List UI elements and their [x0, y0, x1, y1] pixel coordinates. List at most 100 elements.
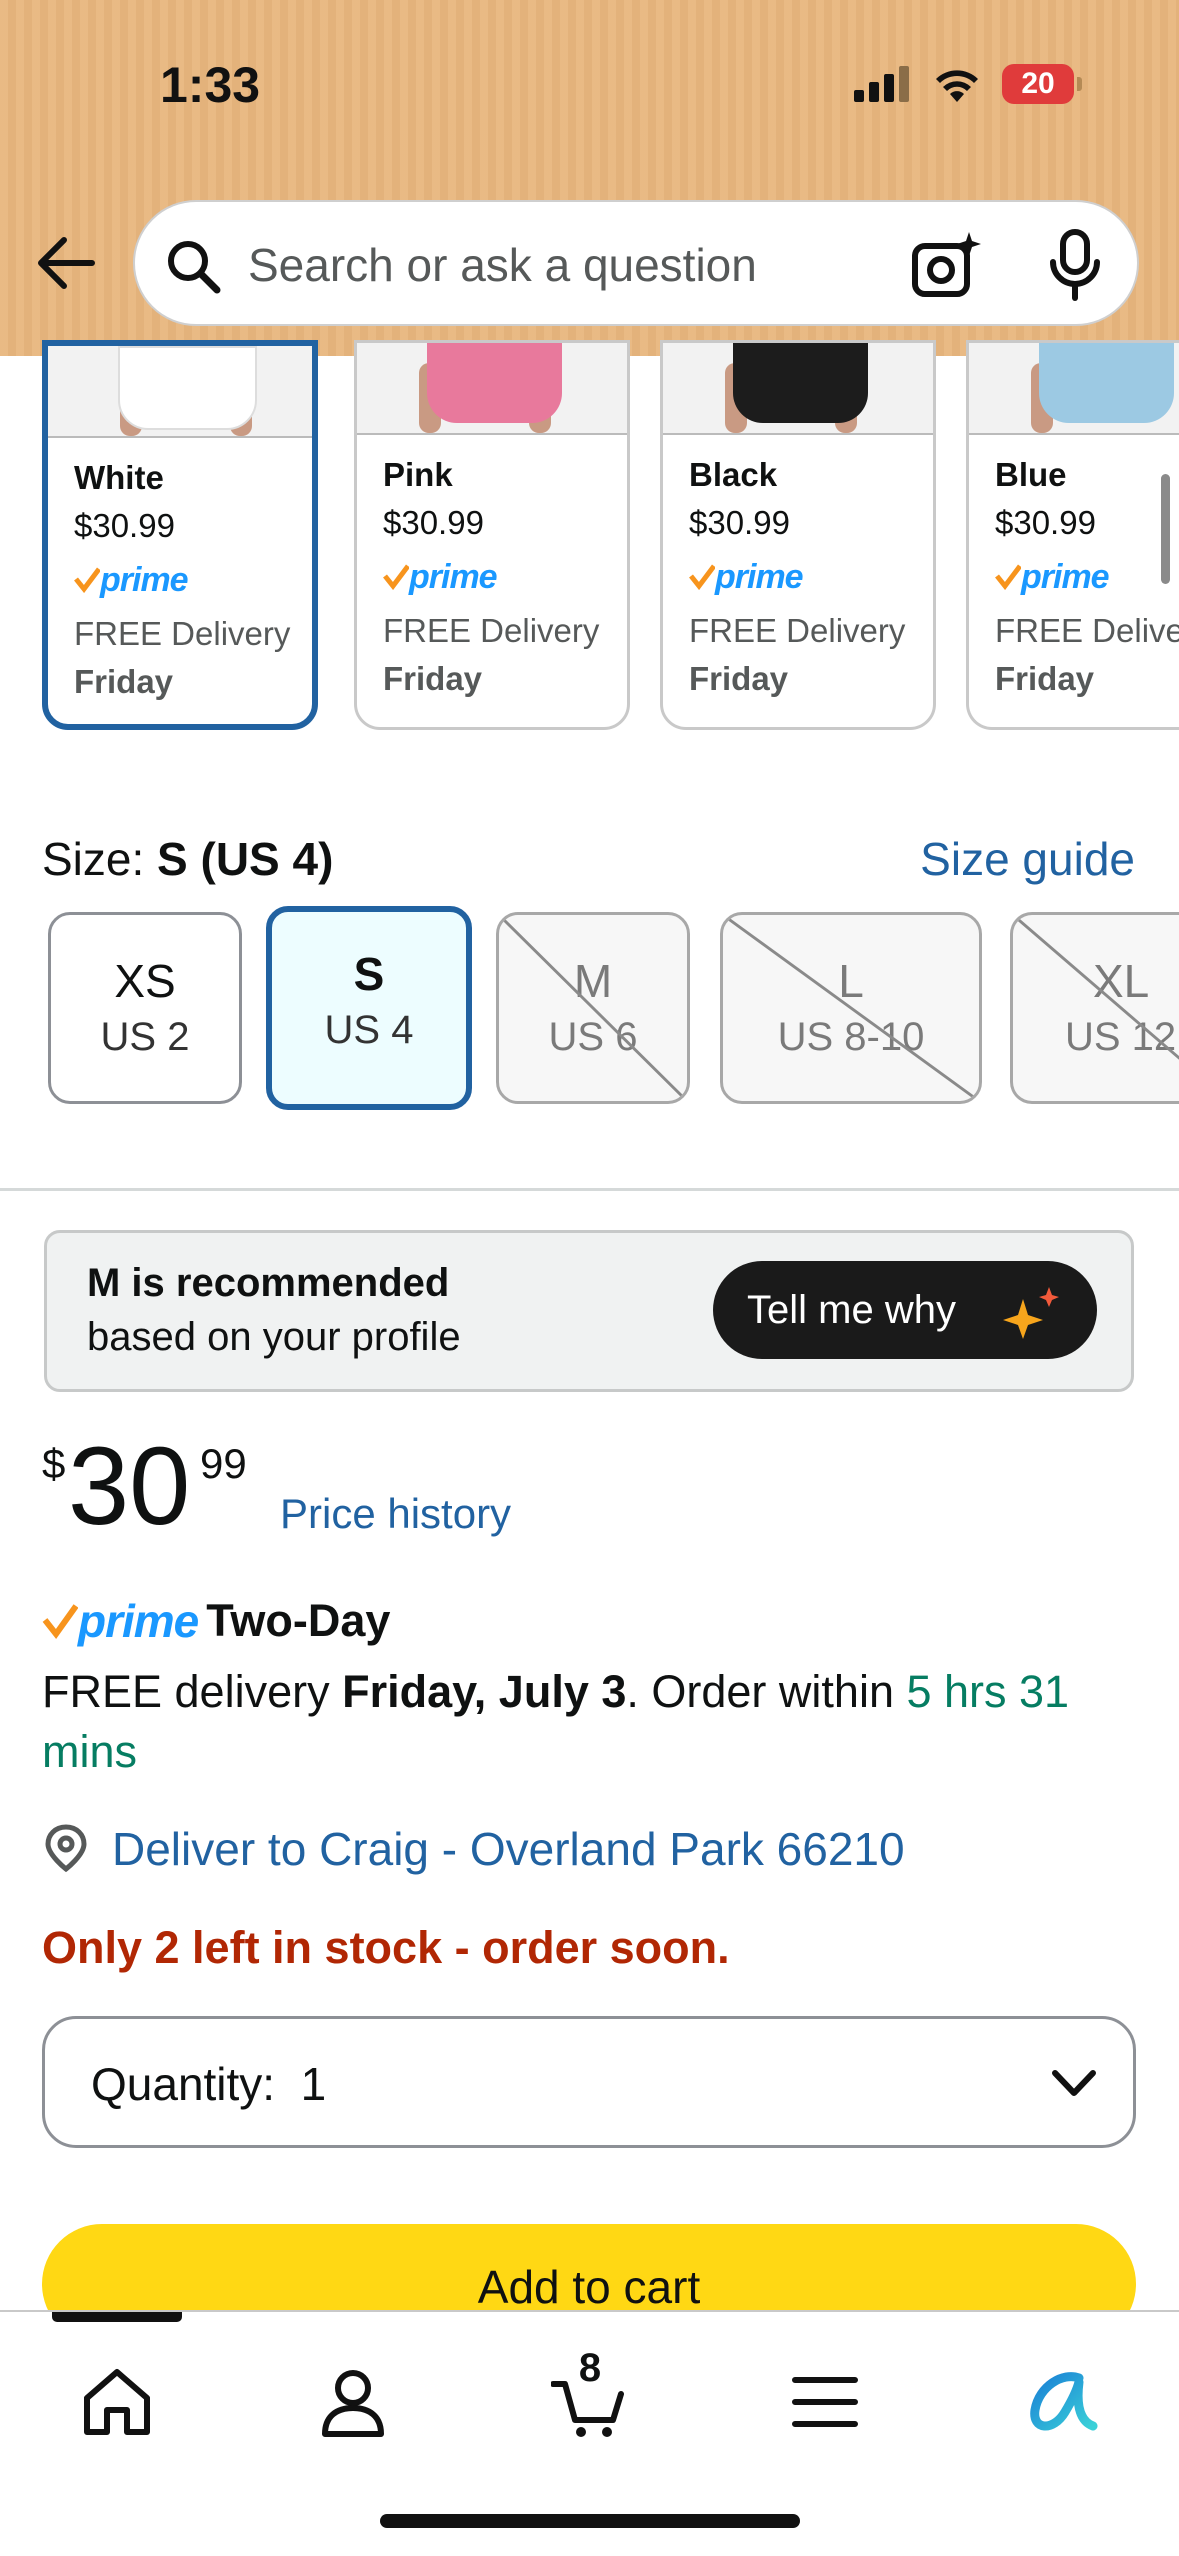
quantity-value: 1	[300, 2058, 327, 2110]
selected-size: S (US 4)	[157, 833, 334, 885]
color-name: Blue	[995, 456, 1067, 493]
size-label-prefix: Size:	[42, 833, 158, 885]
color-price: $30.99	[74, 507, 175, 544]
prime-badge: prime	[383, 547, 599, 607]
deliver-to-address: Deliver to Craig - Overland Park 66210	[112, 1823, 905, 1875]
delivery-date: Friday, July 3	[342, 1666, 627, 1717]
size-name: S	[353, 948, 385, 1000]
recommendation-title: M is recommended	[87, 1261, 450, 1305]
delivery-speed: Two-Day	[206, 1595, 391, 1646]
recommendation-subtitle: based on your profile	[87, 1315, 461, 1359]
delivery-day: Friday	[689, 660, 789, 697]
size-option-l[interactable]: L US 8-10	[720, 912, 982, 1104]
status-icons: 20	[854, 64, 1082, 104]
unavailable-slash	[723, 915, 979, 1101]
prime-check-icon	[42, 1604, 78, 1639]
tab-account[interactable]	[298, 2352, 408, 2452]
back-arrow-icon[interactable]	[34, 232, 96, 294]
tab-rufus[interactable]	[1006, 2352, 1116, 2452]
swatch-skirt	[118, 346, 257, 430]
delivery-day: Friday	[383, 660, 483, 697]
size-option-m[interactable]: M US 6	[496, 912, 690, 1104]
search-input[interactable]: Search or ask a question	[133, 200, 1139, 326]
size-option-xl[interactable]: XL US 12	[1010, 912, 1179, 1104]
add-to-cart-label: Add to cart	[477, 2261, 701, 2313]
camera-lens-icon[interactable]	[911, 230, 981, 300]
product-thumbnail	[969, 343, 1179, 435]
stock-warning: Only 2 left in stock - order soon.	[42, 1922, 730, 1973]
search-placeholder: Search or ask a question	[248, 239, 757, 291]
prime-check-icon	[995, 564, 1021, 590]
delivery-middle: . Order within	[626, 1666, 907, 1717]
delivery-label: FREE Delivery	[689, 612, 906, 649]
deliver-to-link[interactable]: Deliver to Craig - Overland Park 66210	[42, 1822, 905, 1876]
prime-logo: prime	[715, 557, 804, 596]
battery-icon: 20	[1002, 64, 1082, 104]
app-header: 1:33 20 Search or ask a question	[0, 0, 1179, 356]
color-price: $30.99	[383, 504, 484, 541]
active-tab-indicator	[52, 2312, 182, 2322]
color-name: White	[74, 459, 164, 496]
unavailable-slash	[1013, 915, 1179, 1060]
size-us: US 4	[324, 1008, 414, 1052]
home-icon	[84, 2369, 150, 2435]
prime-check-icon	[689, 564, 715, 590]
color-price: $30.99	[995, 504, 1096, 541]
chevron-down-icon	[1052, 2070, 1096, 2096]
prime-logo: prime	[100, 560, 189, 599]
color-option-blue[interactable]: Blue $30.99 prime FREE Delivery Friday	[966, 340, 1179, 730]
color-option-pink[interactable]: Pink $30.99 prime FREE Delivery Friday	[354, 340, 630, 730]
price-whole: 30	[68, 1425, 191, 1548]
delivery-day: Friday	[995, 660, 1095, 697]
color-name: Black	[689, 456, 778, 493]
tab-menu[interactable]	[770, 2352, 880, 2452]
home-indicator[interactable]	[380, 2514, 800, 2528]
cellular-signal-icon	[854, 66, 909, 102]
size-guide-link[interactable]: Size guide	[920, 832, 1135, 886]
tab-home[interactable]	[62, 2352, 172, 2452]
sparkle-icon	[1003, 1287, 1059, 1339]
product-thumbnail	[357, 343, 627, 435]
tab-cart[interactable]: 8	[534, 2346, 644, 2452]
location-pin-icon	[45, 1824, 87, 1873]
price-fraction: 99	[200, 1440, 247, 1487]
size-option-s[interactable]: S US 4	[266, 906, 472, 1110]
product-thumbnail	[48, 346, 312, 438]
prime-logo: prime	[1021, 557, 1110, 596]
price-history-link[interactable]: Price history	[280, 1490, 511, 1538]
prime-badge: prime	[74, 550, 290, 610]
delivery-label: FREE Delivery	[995, 612, 1179, 649]
prime-badge: prime	[995, 547, 1179, 607]
rufus-assistant-icon	[1030, 2372, 1098, 2431]
horizontal-scroll-indicator[interactable]	[1161, 474, 1170, 584]
prime-logo: prime	[409, 557, 498, 596]
delivery-prefix: FREE delivery	[42, 1666, 343, 1717]
battery-level: 20	[1021, 67, 1055, 100]
prime-logo: prime	[78, 1595, 199, 1647]
wifi-icon	[936, 70, 978, 102]
size-label: Size: S (US 4)	[42, 832, 333, 886]
prime-two-day-badge: prime Two-Day	[42, 1594, 390, 1648]
size-name: XS	[114, 955, 176, 1007]
price-currency: $	[42, 1440, 66, 1487]
size-option-xs[interactable]: XS US 2	[48, 912, 242, 1104]
size-us: US 2	[100, 1015, 190, 1059]
delivery-label: FREE Delivery	[74, 615, 291, 652]
search-icon	[168, 241, 221, 294]
delivery-label: FREE Delivery	[383, 612, 600, 649]
status-time: 1:33	[160, 57, 261, 113]
color-option-black[interactable]: Black $30.99 prime FREE Delivery Friday	[660, 340, 936, 730]
color-price: $30.99	[689, 504, 790, 541]
size-recommendation-box: M is recommended based on your profile T…	[44, 1230, 1134, 1392]
quantity-select[interactable]: Quantity: 1	[42, 2016, 1136, 2148]
quantity-label: Quantity: 1	[91, 2058, 327, 2110]
section-divider	[0, 1188, 1179, 1191]
person-icon	[322, 2370, 384, 2437]
color-name: Pink	[383, 456, 453, 493]
tell-me-why-button[interactable]: Tell me why	[713, 1261, 1097, 1359]
cart-count-badge: 8	[578, 2346, 602, 2390]
color-option-white[interactable]: White $30.99 prime FREE Delivery Friday	[42, 340, 318, 730]
delivery-info: FREE delivery Friday, July 3. Order with…	[42, 1662, 1142, 1782]
microphone-icon[interactable]	[1045, 228, 1105, 302]
delivery-day: Friday	[74, 663, 174, 700]
